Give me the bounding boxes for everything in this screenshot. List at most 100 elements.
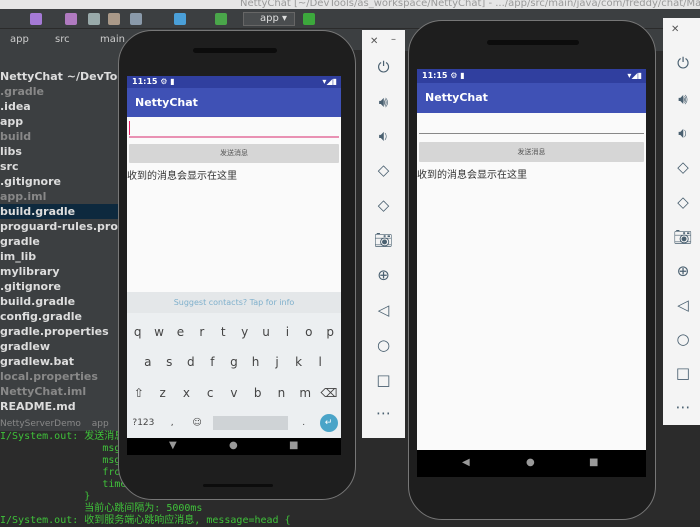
tree-item[interactable]: app	[0, 114, 120, 129]
tree-item[interactable]: gradle.properties	[0, 324, 120, 339]
tree-item[interactable]: app.iml	[0, 189, 120, 204]
run-icon[interactable]	[303, 13, 315, 25]
message-input[interactable]	[129, 136, 339, 138]
zoom-icon[interactable]: ⊕	[362, 266, 405, 284]
phone-screen[interactable]: 11:15 ⚙ ▮ ▾◢▮ NettyChat 发送消息 收到的消息会显示在这里 …	[417, 69, 646, 477]
zoom-icon[interactable]: ⊕	[663, 262, 700, 280]
key[interactable]: g	[225, 355, 243, 369]
tree-item[interactable]: build	[0, 129, 120, 144]
paste-icon[interactable]	[108, 13, 120, 25]
key[interactable]: q	[129, 325, 147, 339]
cut-icon[interactable]	[65, 13, 77, 25]
key[interactable]: l	[311, 355, 329, 369]
volume-down-icon[interactable]: 🔉︎	[663, 124, 700, 142]
nav-home-icon[interactable]: ●	[526, 457, 535, 468]
nav-recents-icon[interactable]: ■	[589, 457, 598, 468]
tree-item[interactable]: .gradle	[0, 84, 120, 99]
tab-netty-server-demo[interactable]: NettyServerDemo	[0, 419, 81, 429]
key[interactable]: v	[225, 386, 243, 400]
breadcrumb-main[interactable]: main	[100, 34, 125, 45]
close-icon[interactable]: ✕	[370, 36, 378, 47]
project-root[interactable]: NettyChat ~/DevTools/as_w	[0, 69, 120, 84]
key[interactable]: f	[203, 355, 221, 369]
back-icon[interactable]: ◁	[663, 296, 700, 314]
tree-item[interactable]: libs	[0, 144, 120, 159]
more-icon[interactable]: ⋯	[663, 398, 700, 416]
key[interactable]: p	[321, 325, 339, 339]
key[interactable]: a	[139, 355, 157, 369]
key[interactable]: w	[150, 325, 168, 339]
volume-down-icon[interactable]: 🔉︎	[362, 127, 405, 145]
key-period[interactable]: .	[295, 418, 313, 428]
build-hammer-icon[interactable]	[215, 13, 227, 25]
key[interactable]: h	[247, 355, 265, 369]
key[interactable]: j	[268, 355, 286, 369]
power-icon[interactable]: ⏻	[663, 54, 700, 72]
key[interactable]: r	[193, 325, 211, 339]
key[interactable]: t	[214, 325, 232, 339]
key[interactable]: z	[154, 386, 172, 400]
close-icon[interactable]: ✕	[671, 24, 679, 35]
tree-item[interactable]: .gitignore	[0, 279, 120, 294]
tree-item[interactable]: build.gradle	[0, 294, 120, 309]
key[interactable]: s	[160, 355, 178, 369]
key[interactable]: c	[201, 386, 219, 400]
copy-icon[interactable]	[88, 13, 100, 25]
tree-item[interactable]: .idea	[0, 99, 120, 114]
tree-item[interactable]: gradlew	[0, 339, 120, 354]
nav-back-icon[interactable]: ◀	[462, 457, 470, 468]
key[interactable]: n	[272, 386, 290, 400]
rotate-right-icon[interactable]: ◇	[663, 193, 700, 211]
rotate-left-icon[interactable]: ◇	[362, 161, 405, 179]
key-comma[interactable]: ,	[163, 418, 181, 428]
overview-icon[interactable]: □	[362, 371, 405, 389]
nav-recents-icon[interactable]: ■	[289, 440, 298, 451]
emoji-icon[interactable]: ☺	[188, 418, 206, 428]
home-icon[interactable]: ○	[663, 330, 700, 348]
key[interactable]: e	[171, 325, 189, 339]
shift-icon[interactable]: ⇧	[130, 386, 148, 400]
home-icon[interactable]: ○	[362, 336, 405, 354]
camera-icon[interactable]: 📷︎	[663, 228, 700, 246]
tree-item[interactable]: local.properties	[0, 369, 120, 384]
minimize-icon[interactable]: –	[391, 34, 396, 45]
key[interactable]: b	[249, 386, 267, 400]
rotate-left-icon[interactable]: ◇	[663, 158, 700, 176]
suggestion-strip[interactable]: Suggest contacts? Tap for info	[127, 292, 341, 313]
tab-app[interactable]: app	[92, 419, 109, 429]
volume-up-icon[interactable]: 🔊︎	[663, 90, 700, 108]
send-message-button[interactable]: 发送消息	[129, 144, 339, 163]
key[interactable]: d	[182, 355, 200, 369]
key[interactable]: o	[300, 325, 318, 339]
tree-item[interactable]: build.gradle	[0, 204, 120, 219]
key-symbols[interactable]: ?123	[130, 418, 156, 428]
back-icon[interactable]	[174, 13, 186, 25]
key[interactable]: y	[236, 325, 254, 339]
more-icon[interactable]: ⋯	[362, 404, 405, 422]
tree-item[interactable]: .gitignore	[0, 174, 120, 189]
run-config-select[interactable]: app ▾	[243, 12, 295, 26]
camera-icon[interactable]: 📷︎	[362, 231, 405, 249]
power-icon[interactable]: ⏻	[362, 58, 405, 76]
key[interactable]: x	[177, 386, 195, 400]
tree-item[interactable]: mylibrary	[0, 264, 120, 279]
phone-screen[interactable]: 11:15 ⚙ ▮ ▾◢▮ NettyChat 发送消息 收到的消息会显示在这里 …	[127, 76, 341, 455]
enter-icon[interactable]: ↵	[319, 414, 338, 432]
send-message-button[interactable]: 发送消息	[419, 142, 644, 162]
key[interactable]: i	[278, 325, 296, 339]
tree-item[interactable]: config.gradle	[0, 309, 120, 324]
tree-item[interactable]: README.md	[0, 399, 120, 414]
search-icon[interactable]	[130, 13, 142, 25]
tree-item[interactable]: im_lib	[0, 249, 120, 264]
back-icon[interactable]: ◁	[362, 301, 405, 319]
tree-item[interactable]: gradle	[0, 234, 120, 249]
tree-item[interactable]: proguard-rules.pro	[0, 219, 120, 234]
key[interactable]: k	[290, 355, 308, 369]
tree-item[interactable]: gradlew.bat	[0, 354, 120, 369]
breadcrumb-app[interactable]: app	[10, 34, 29, 45]
volume-up-icon[interactable]: 🔊︎	[362, 93, 405, 111]
message-input[interactable]	[419, 133, 644, 134]
backspace-icon[interactable]: ⌫	[320, 386, 338, 400]
breadcrumb-src[interactable]: src	[55, 34, 70, 45]
overview-icon[interactable]: □	[663, 364, 700, 382]
